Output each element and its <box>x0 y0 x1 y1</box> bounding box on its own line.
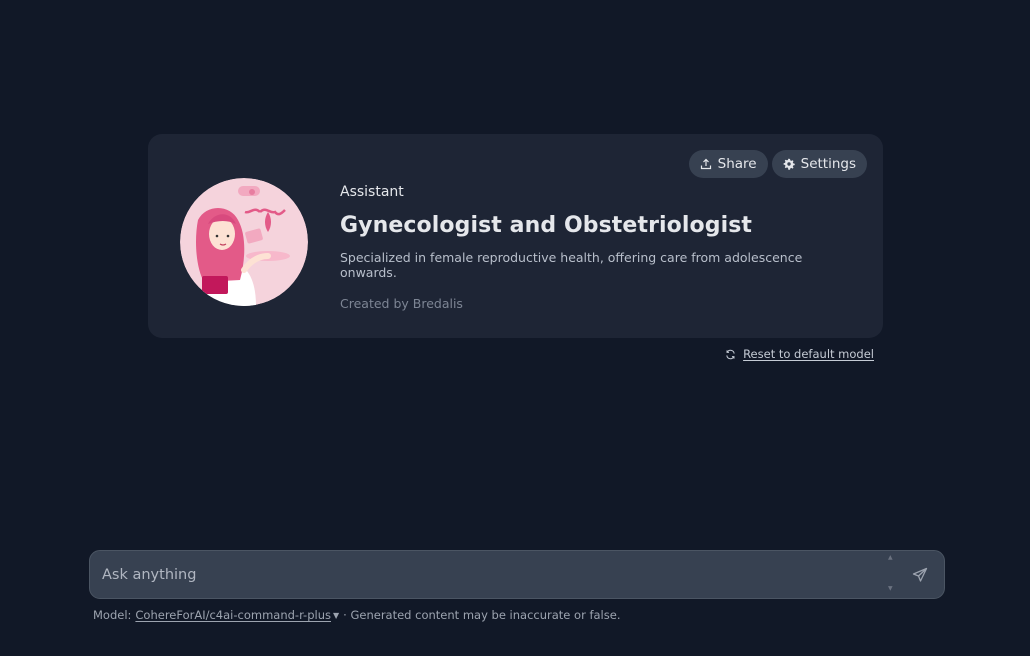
send-icon[interactable] <box>912 567 928 583</box>
reset-model-link[interactable]: Reset to default model <box>725 347 874 361</box>
footer-disclaimer: · Generated content may be inaccurate or… <box>343 608 621 622</box>
reset-model-label: Reset to default model <box>743 347 874 361</box>
refresh-icon <box>726 349 735 359</box>
assistant-creator: Created by Bredalis <box>340 296 463 311</box>
assistant-card: Share Settings Assistant Gynecologist an… <box>148 134 883 338</box>
model-prefix: Model: <box>93 608 132 622</box>
assistant-name: Gynecologist and Obstetriologist <box>340 213 753 238</box>
chat-input-container: ▲ ▼ <box>89 550 945 599</box>
share-icon <box>700 158 711 170</box>
chat-input[interactable] <box>102 551 882 598</box>
settings-label: Settings <box>800 156 856 172</box>
footer: Model: CohereForAI/c4ai-command-r-plus ▼… <box>93 608 620 622</box>
assistant-eyebrow: Assistant <box>340 184 404 200</box>
chevron-down-icon[interactable]: ▼ <box>333 611 339 620</box>
scroll-up-icon: ▲ <box>888 554 893 561</box>
share-label: Share <box>717 156 757 172</box>
assistant-description: Specialized in female reproductive healt… <box>340 250 803 280</box>
assistant-info: Assistant Gynecologist and Obstetriologi… <box>340 184 859 311</box>
gear-icon <box>783 158 795 170</box>
share-button[interactable]: Share <box>688 150 768 178</box>
assistant-avatar <box>180 178 308 306</box>
scroll-down-icon: ▼ <box>888 585 893 592</box>
model-selector[interactable]: CohereForAI/c4ai-command-r-plus <box>135 608 331 622</box>
card-actions: Share Settings <box>688 150 867 178</box>
settings-button[interactable]: Settings <box>771 150 867 178</box>
